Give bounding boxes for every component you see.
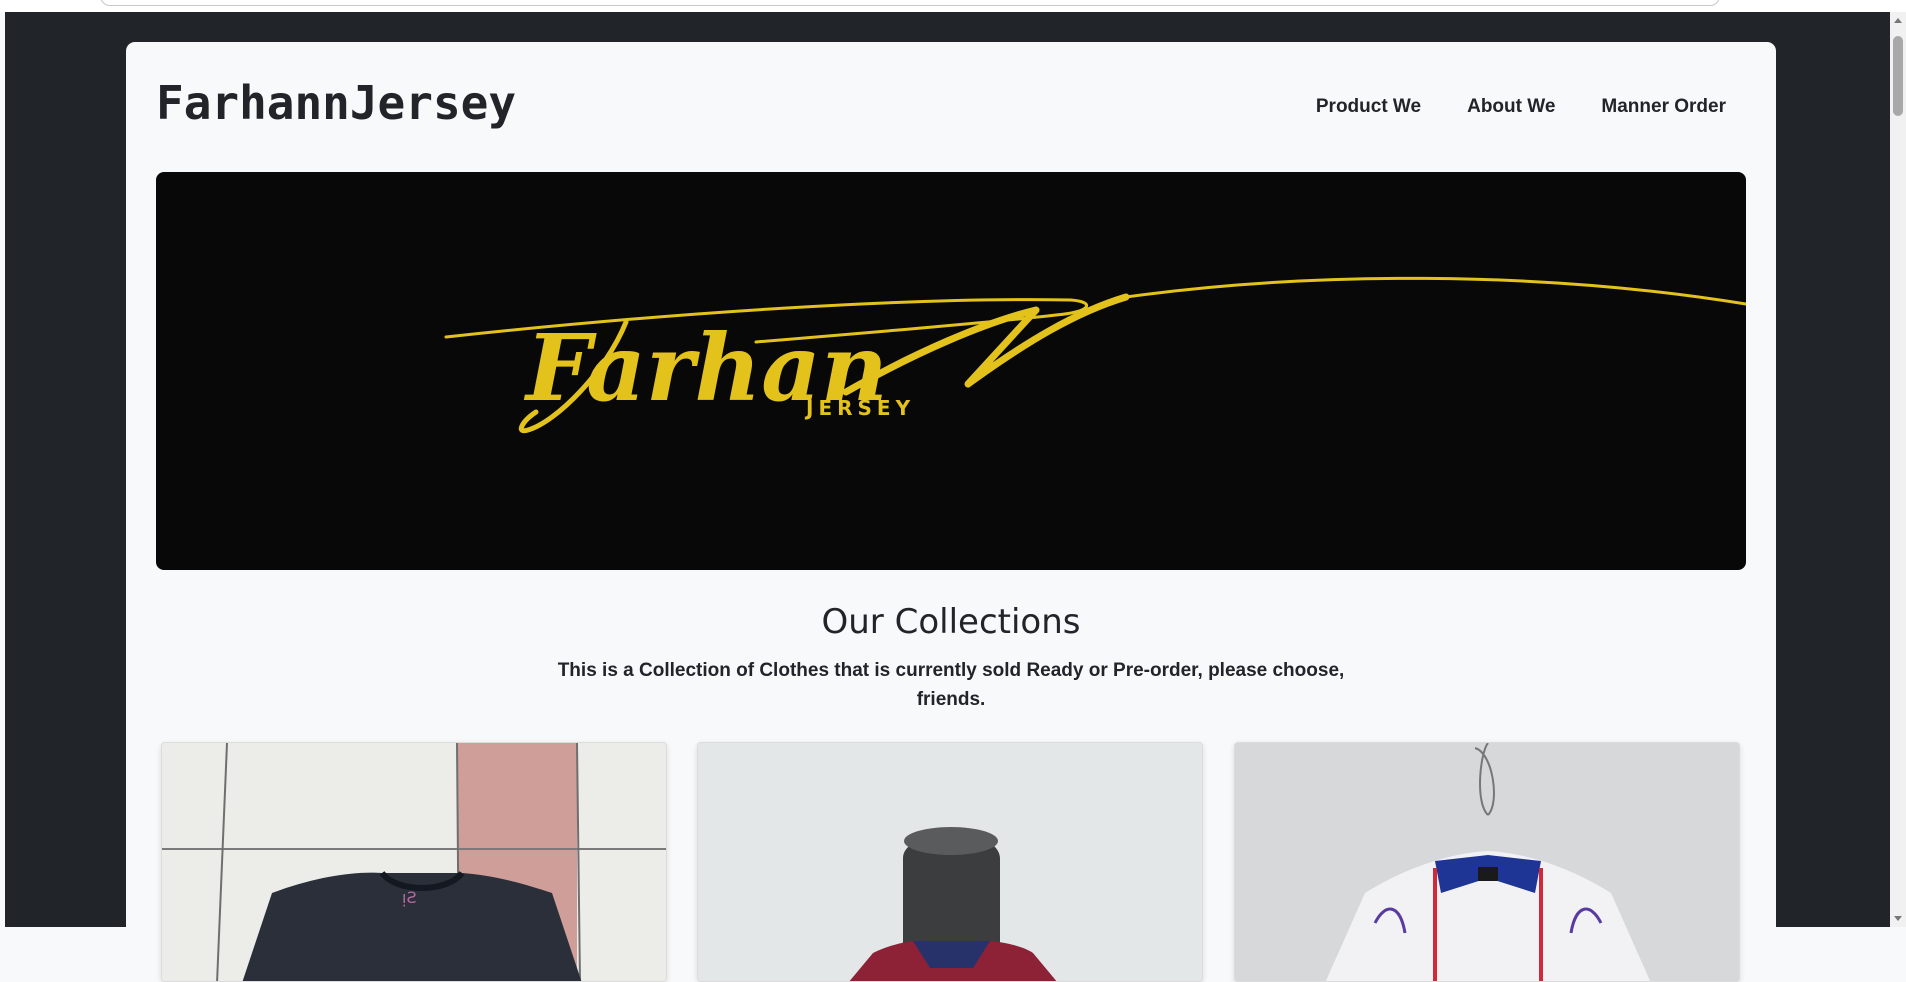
- browser-top-bar: [0, 0, 1906, 12]
- product-image-red-blue-jersey: [698, 743, 1202, 981]
- collections-title: Our Collections: [821, 602, 1081, 642]
- address-bar[interactable]: [100, 0, 1720, 6]
- scroll-thumb[interactable]: [1893, 36, 1903, 116]
- nav-product[interactable]: Product We: [1316, 96, 1421, 118]
- nav-order[interactable]: Manner Order: [1601, 96, 1726, 118]
- main-nav: Product We About We Manner Order: [1316, 96, 1726, 118]
- product-image-white-blue-jersey: [1235, 743, 1739, 981]
- product-card-1[interactable]: ᴉƧ: [161, 742, 667, 982]
- brand-title[interactable]: FarhannJersey: [156, 76, 516, 130]
- page-container: FarhannJersey Product We About We Manner…: [126, 42, 1776, 982]
- scroll-down-arrow-icon[interactable]: [1894, 916, 1902, 921]
- scrollbar[interactable]: [1890, 12, 1906, 927]
- product-card-3[interactable]: [1234, 742, 1740, 982]
- scroll-up-arrow-icon[interactable]: [1894, 18, 1902, 23]
- logo-sub-text: JERSEY: [804, 396, 915, 420]
- farhan-logo-image: Farhan JERSEY: [444, 276, 1746, 434]
- svg-text:ᴉƧ: ᴉƧ: [402, 888, 417, 907]
- product-image-dark-jersey: ᴉƧ: [162, 743, 666, 981]
- hero-banner: Farhan JERSEY: [156, 172, 1746, 570]
- collections-description: This is a Collection of Clothes that is …: [557, 660, 1345, 710]
- nav-about[interactable]: About We: [1467, 96, 1555, 118]
- product-card-2[interactable]: [697, 742, 1203, 982]
